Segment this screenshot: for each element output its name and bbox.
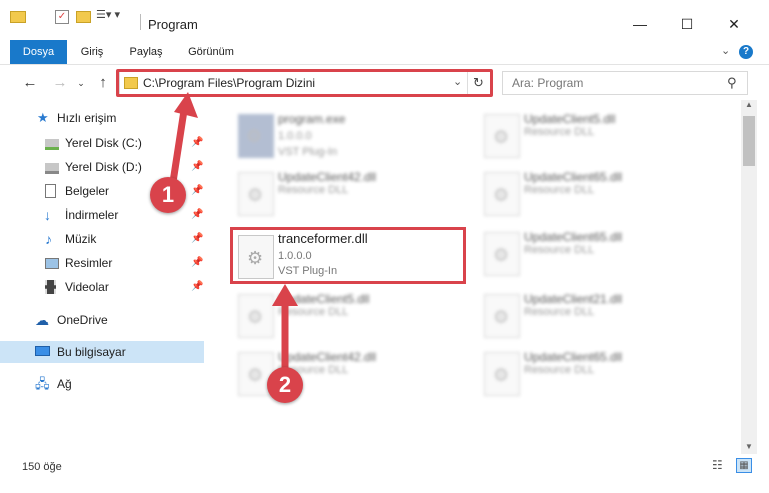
details-view-icon[interactable]: ☷ xyxy=(712,458,723,472)
step-2-badge: 2 xyxy=(267,367,303,403)
large-icons-view-icon[interactable]: ▦ xyxy=(736,458,752,473)
arrow-1-head-icon xyxy=(174,92,198,118)
status-bar: 150 öğe ☷ ▦ xyxy=(0,452,769,493)
step-1-badge: 1 xyxy=(150,177,186,213)
annotation-arrows xyxy=(167,92,298,372)
arrow-2-head-icon xyxy=(272,284,298,306)
item-count: 150 öğe xyxy=(22,461,62,473)
